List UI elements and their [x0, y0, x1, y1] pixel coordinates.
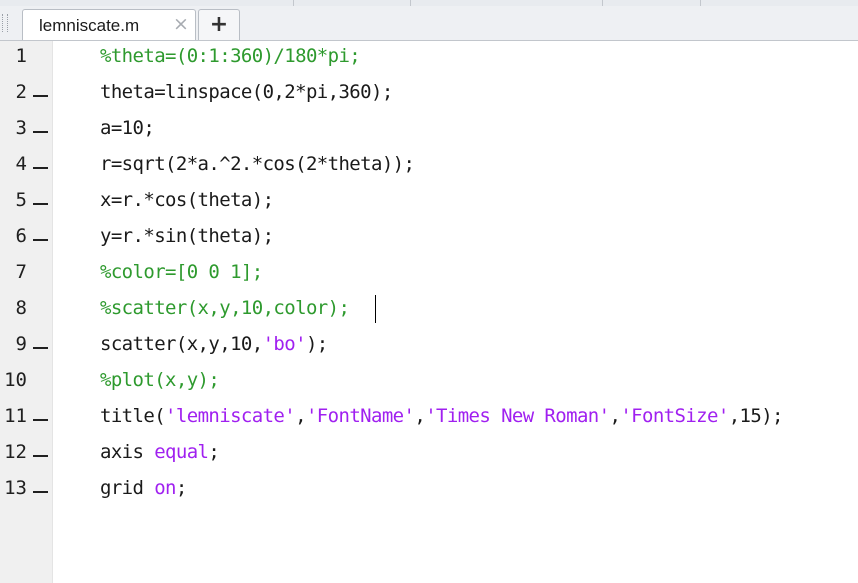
tab-filename: lemniscate.m [39, 16, 140, 35]
breakpoint-marker[interactable] [33, 203, 48, 205]
code-text: scatter(x,y,10,'bo'); [100, 333, 328, 355]
code-token-comment: %color=[0 0 1]; [100, 261, 263, 283]
breakpoint-marker[interactable] [33, 347, 48, 349]
code-token-code: y=r.*sin(theta); [100, 225, 274, 247]
code-text: x=r.*cos(theta); [100, 189, 274, 211]
code-text: axis equal; [100, 441, 220, 463]
line-number: 13 [4, 477, 27, 499]
code-line[interactable]: 4 r=sqrt(2*a.^2.*cos(2*theta)); [0, 149, 858, 185]
line-number: 5 [15, 189, 27, 211]
code-text: title('lemniscate','FontName','Times New… [100, 405, 784, 427]
code-text: theta=linspace(0,2*pi,360); [100, 81, 393, 103]
new-tab-button[interactable]: + [198, 9, 240, 40]
breakpoint-marker[interactable] [33, 167, 48, 169]
code-token-code: , [295, 405, 306, 427]
code-token-keyword: on [154, 477, 176, 499]
code-line[interactable]: 8 %scatter(x,y,10,color); [0, 293, 858, 329]
code-line[interactable]: 12 axis equal; [0, 437, 858, 473]
close-icon[interactable]: × [172, 15, 190, 34]
code-token-keyword: equal [154, 441, 209, 463]
code-token-comment: %theta=(0:1:360)/180*pi; [100, 45, 361, 67]
code-token-code: theta=linspace(0,2*pi,360); [100, 81, 393, 103]
code-token-comment: %plot(x,y); [100, 369, 220, 391]
drag-grip-icon[interactable] [2, 14, 8, 32]
line-number: 2 [15, 81, 27, 103]
text-cursor [375, 295, 376, 323]
code-line[interactable]: 10 %plot(x,y); [0, 365, 858, 401]
tab-lemniscate[interactable]: lemniscate.m × [22, 9, 196, 40]
code-token-code: , [609, 405, 621, 427]
line-number: 6 [15, 225, 27, 247]
line-number: 4 [15, 153, 27, 175]
code-token-code: ,15); [728, 405, 784, 427]
code-token-code: x=r.*cos(theta); [100, 189, 274, 211]
code-token-code: r=sqrt(2*a.^2.*cos(2*theta)); [100, 153, 415, 175]
code-line[interactable]: 11 title('lemniscate','FontName','Times N… [0, 401, 858, 437]
code-line[interactable]: 9 scatter(x,y,10,'bo'); [0, 329, 858, 365]
code-text: a=10; [100, 117, 155, 139]
line-number: 3 [15, 117, 27, 139]
code-text: grid on; [100, 477, 187, 499]
code-token-code: ; [208, 441, 220, 463]
breakpoint-marker[interactable] [33, 131, 48, 133]
line-number: 8 [15, 297, 27, 319]
code-editor[interactable]: 1 %theta=(0:1:360)/180*pi; 2 theta=linspace… [0, 41, 858, 583]
code-token-code: title( [100, 405, 166, 427]
breakpoint-marker[interactable] [33, 239, 48, 241]
line-number: 1 [15, 45, 27, 67]
code-text: r=sqrt(2*a.^2.*cos(2*theta)); [100, 153, 415, 175]
code-token-code: ); [305, 333, 328, 355]
code-text: %color=[0 0 1]; [100, 261, 263, 283]
line-number: 10 [4, 369, 27, 391]
code-line[interactable]: 6 y=r.*sin(theta); [0, 221, 858, 257]
code-token-comment: %scatter(x,y,10,color); [100, 297, 350, 319]
code-token-code: , [414, 405, 426, 427]
code-text: %scatter(x,y,10,color); [100, 297, 350, 319]
code-token-string: 'Times New Roman' [425, 405, 610, 427]
code-text: %plot(x,y); [100, 369, 220, 391]
breakpoint-marker[interactable] [33, 95, 48, 97]
line-number: 9 [15, 333, 27, 355]
code-line[interactable]: 7 %color=[0 0 1]; [0, 257, 858, 293]
code-token-code: scatter(x,y,10, [100, 333, 263, 355]
line-number: 11 [4, 405, 27, 427]
breakpoint-marker[interactable] [33, 491, 48, 493]
line-number: 12 [4, 441, 27, 463]
code-line[interactable]: 3 a=10; [0, 113, 858, 149]
editor-tab-bar: lemniscate.m × + [0, 6, 858, 41]
code-token-string: 'FontSize' [620, 405, 729, 427]
code-line[interactable]: 1 %theta=(0:1:360)/180*pi; [0, 41, 858, 77]
code-text: y=r.*sin(theta); [100, 225, 274, 247]
code-text: %theta=(0:1:360)/180*pi; [100, 45, 361, 67]
code-line[interactable]: 2 theta=linspace(0,2*pi,360); [0, 77, 858, 113]
code-token-string: 'bo' [262, 333, 307, 355]
code-token-string: 'FontName' [305, 405, 415, 427]
code-line[interactable]: 5 x=r.*cos(theta); [0, 185, 858, 221]
line-number: 7 [15, 261, 27, 283]
breakpoint-marker[interactable] [33, 455, 48, 457]
code-line[interactable]: 13 grid on; [0, 473, 858, 509]
code-token-code: axis [100, 441, 155, 463]
breakpoint-marker[interactable] [33, 419, 48, 421]
code-token-code: ; [175, 477, 187, 499]
code-token-code: a=10; [100, 117, 155, 139]
code-token-code: grid [100, 477, 155, 499]
code-token-string: 'lemniscate' [165, 405, 296, 427]
